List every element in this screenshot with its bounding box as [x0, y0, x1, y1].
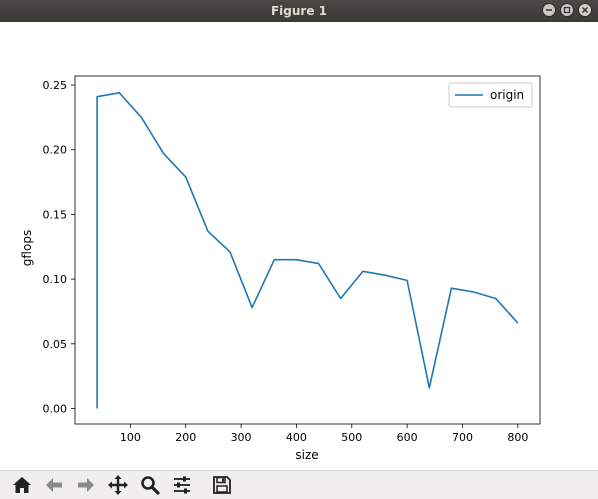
home-icon: [13, 477, 31, 493]
x-tick-label: 500: [341, 431, 362, 444]
y-tick-label: 0.25: [43, 79, 68, 92]
line-chart: 100 200 300 400 500 600 700 800 0.00 0.05 0.10 0.15…: [20, 75, 541, 462]
minimize-button[interactable]: [542, 3, 556, 17]
navigation-toolbar: [0, 470, 598, 499]
x-tick-label: 300: [231, 431, 252, 444]
pan-button[interactable]: [102, 472, 134, 498]
y-tick-label: 0.20: [43, 144, 68, 157]
x-tick-label: 100: [120, 431, 141, 444]
save-button[interactable]: [206, 472, 238, 498]
window-title: Figure 1: [270, 4, 328, 18]
x-axis-label: size: [295, 448, 318, 462]
legend-label: origin: [490, 88, 524, 102]
close-icon: [581, 6, 589, 14]
x-tick-label: 400: [286, 431, 307, 444]
axes: 100 200 300 400 500 600 700 800 0.00 0.05 0.10 0.15…: [43, 75, 541, 444]
sliders-icon: [174, 476, 190, 494]
x-tick-label: 800: [507, 431, 528, 444]
y-tick-label: 0.00: [43, 402, 68, 415]
save-icon: [213, 476, 231, 494]
maximize-button[interactable]: [560, 3, 574, 17]
x-tick-label: 200: [175, 431, 196, 444]
window-controls: [542, 3, 592, 17]
window-titlebar[interactable]: Figure 1: [0, 0, 598, 22]
x-tick-label: 700: [452, 431, 473, 444]
y-tick-label: 0.15: [43, 208, 68, 221]
x-tick-label: 600: [397, 431, 418, 444]
y-tick-label: 0.10: [43, 273, 68, 286]
search-icon: [141, 476, 160, 495]
legend: origin: [448, 82, 533, 108]
forward-button[interactable]: [70, 472, 102, 498]
y-axis-label: gflops: [20, 230, 34, 266]
plot-frame: [74, 75, 541, 425]
home-button[interactable]: [6, 472, 38, 498]
y-tick-label: 0.05: [43, 338, 68, 351]
zoom-button[interactable]: [134, 472, 166, 498]
figure-canvas[interactable]: 100 200 300 400 500 600 700 800 0.00 0.05 0.10 0.15…: [0, 22, 598, 470]
configure-subplots-button[interactable]: [166, 472, 198, 498]
maximize-icon: [563, 6, 571, 14]
minimize-icon: [546, 9, 552, 11]
arrow-right-icon: [78, 478, 94, 492]
move-icon: [108, 475, 128, 495]
close-button[interactable]: [578, 3, 592, 17]
back-button[interactable]: [38, 472, 70, 498]
arrow-left-icon: [46, 478, 62, 492]
